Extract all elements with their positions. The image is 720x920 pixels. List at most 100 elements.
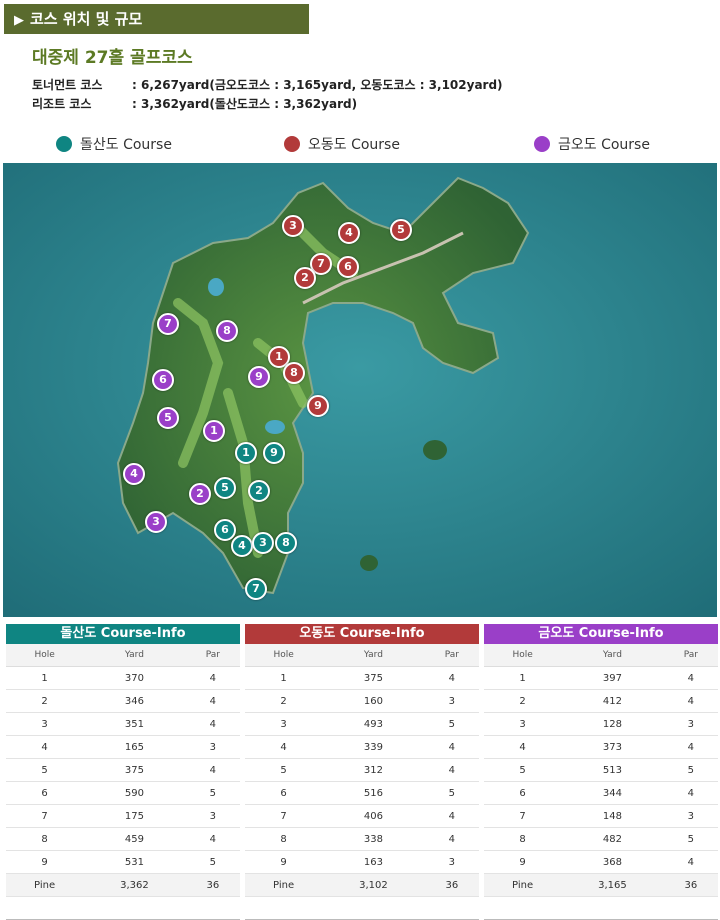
yard-cell: 128 [561, 712, 664, 736]
par-cell: 4 [185, 689, 240, 713]
legend-label: 오동도 Course [308, 137, 400, 153]
hole-cell: 2 [6, 689, 84, 713]
hole-cell: 3 [484, 712, 562, 736]
dolsan-hole-2-marker: 2 [248, 480, 270, 502]
table-row: 9 531 5 [6, 850, 240, 874]
table-row: 7 148 3 [484, 804, 718, 828]
odong-hole-5-marker: 5 [390, 219, 412, 241]
yard-cell: 346 [83, 689, 186, 713]
geumo-hole-5-marker: 5 [157, 407, 179, 429]
par-cell: 3 [663, 712, 718, 736]
yard-cell: 375 [322, 666, 425, 690]
legend-dot [534, 136, 550, 152]
legend-item-dolsan: 돌산도 Course [56, 135, 172, 155]
table-row: 1 375 4 [245, 666, 479, 690]
geumo-hole-2-marker: 2 [189, 483, 211, 505]
table-row: 4 339 4 [245, 735, 479, 759]
table-row: 6 344 4 [484, 781, 718, 805]
legend-label: 금오도 Course [558, 137, 650, 153]
section-header: ▶ 코스 위치 및 규모 [4, 4, 309, 34]
par-cell: 4 [424, 827, 479, 851]
total-yard: 3,165 [561, 873, 664, 897]
yard-cell: 351 [83, 712, 186, 736]
column-header: Hole [484, 644, 562, 667]
par-cell: 4 [663, 850, 718, 874]
hole-cell: 5 [245, 758, 323, 782]
table-row: 2 412 4 [484, 689, 718, 713]
hole-cell: 3 [6, 712, 84, 736]
course-info-table-dolsan: 돌산도 Course-Info Hole Yard Par 1 370 4 2 346… [6, 624, 240, 920]
column-header: Yard [322, 644, 425, 667]
hole-cell: 1 [6, 666, 84, 690]
par-cell: 4 [424, 758, 479, 782]
table-row: 7 406 4 [245, 804, 479, 828]
column-header: Hole [6, 644, 84, 667]
geumo-hole-6-marker: 6 [152, 369, 174, 391]
table-title: 금오도 Course-Info [484, 624, 718, 644]
yard-cell: 493 [322, 712, 425, 736]
column-header: Yard [83, 644, 186, 667]
table-row: 3 351 4 [6, 712, 240, 736]
total-row: Pine 3,165 36 [484, 873, 718, 897]
odong-hole-4-marker: 4 [338, 222, 360, 244]
par-cell: 5 [185, 781, 240, 805]
yard-cell: 397 [561, 666, 664, 690]
hole-cell: 4 [245, 735, 323, 759]
hole-cell: 7 [245, 804, 323, 828]
yard-cell: 339 [322, 735, 425, 759]
geumo-hole-9-marker: 9 [248, 366, 270, 388]
yard-cell: 344 [561, 781, 664, 805]
info-value: : 6,267yard(금오도코스 : 3,165yard, 오동도코스 : 3… [132, 78, 503, 92]
table-row: 9 163 3 [245, 850, 479, 874]
hole-cell: 9 [6, 850, 84, 874]
hole-cell: 4 [484, 735, 562, 759]
table-row: 5 513 5 [484, 758, 718, 782]
table-row: 5 375 4 [6, 758, 240, 782]
odong-hole-8-marker: 8 [283, 362, 305, 384]
total-yard: 3,102 [322, 873, 425, 897]
total-label: Pine [245, 873, 323, 897]
total-par: 36 [185, 873, 240, 897]
geumo-hole-4-marker: 4 [123, 463, 145, 485]
legend-item-odong: 오동도 Course [284, 135, 400, 155]
par-cell: 4 [663, 689, 718, 713]
par-cell: 4 [424, 804, 479, 828]
dolsan-hole-3-marker: 3 [252, 532, 274, 554]
table-row: 2 346 4 [6, 689, 240, 713]
yard-cell: 516 [322, 781, 425, 805]
course-map: 3 4 5 7 6 2 1 8 9 7 8 6 9 5 1 4 2 3 1 9 … [3, 163, 717, 617]
geumo-hole-1-marker: 1 [203, 420, 225, 442]
hole-cell: 1 [245, 666, 323, 690]
yard-cell: 368 [561, 850, 664, 874]
hole-cell: 6 [245, 781, 323, 805]
table-title: 돌산도 Course-Info [6, 624, 240, 644]
legend-dot [56, 136, 72, 152]
legend-dot [284, 136, 300, 152]
total-label: Pine [6, 873, 84, 897]
table-row: 6 516 5 [245, 781, 479, 805]
hole-cell: 2 [245, 689, 323, 713]
hole-cell: 7 [6, 804, 84, 828]
yard-cell: 312 [322, 758, 425, 782]
total-par: 36 [663, 873, 718, 897]
table-row: 1 397 4 [484, 666, 718, 690]
odong-hole-3-marker: 3 [282, 215, 304, 237]
par-cell: 5 [663, 827, 718, 851]
par-cell: 4 [185, 758, 240, 782]
par-cell: 4 [424, 735, 479, 759]
island-map-image [3, 163, 717, 617]
dolsan-hole-5-marker: 5 [214, 477, 236, 499]
table-row: 3 128 3 [484, 712, 718, 736]
table-row: 4 165 3 [6, 735, 240, 759]
odong-hole-9-marker: 9 [307, 395, 329, 417]
total-row: Pine 3,102 36 [245, 873, 479, 897]
yard-cell: 459 [83, 827, 186, 851]
yard-cell: 148 [561, 804, 664, 828]
yard-cell: 165 [83, 735, 186, 759]
hole-cell: 6 [6, 781, 84, 805]
par-cell: 3 [185, 735, 240, 759]
table-row: 1 370 4 [6, 666, 240, 690]
par-cell: 4 [185, 666, 240, 690]
hole-cell: 8 [6, 827, 84, 851]
table-row: 8 459 4 [6, 827, 240, 851]
